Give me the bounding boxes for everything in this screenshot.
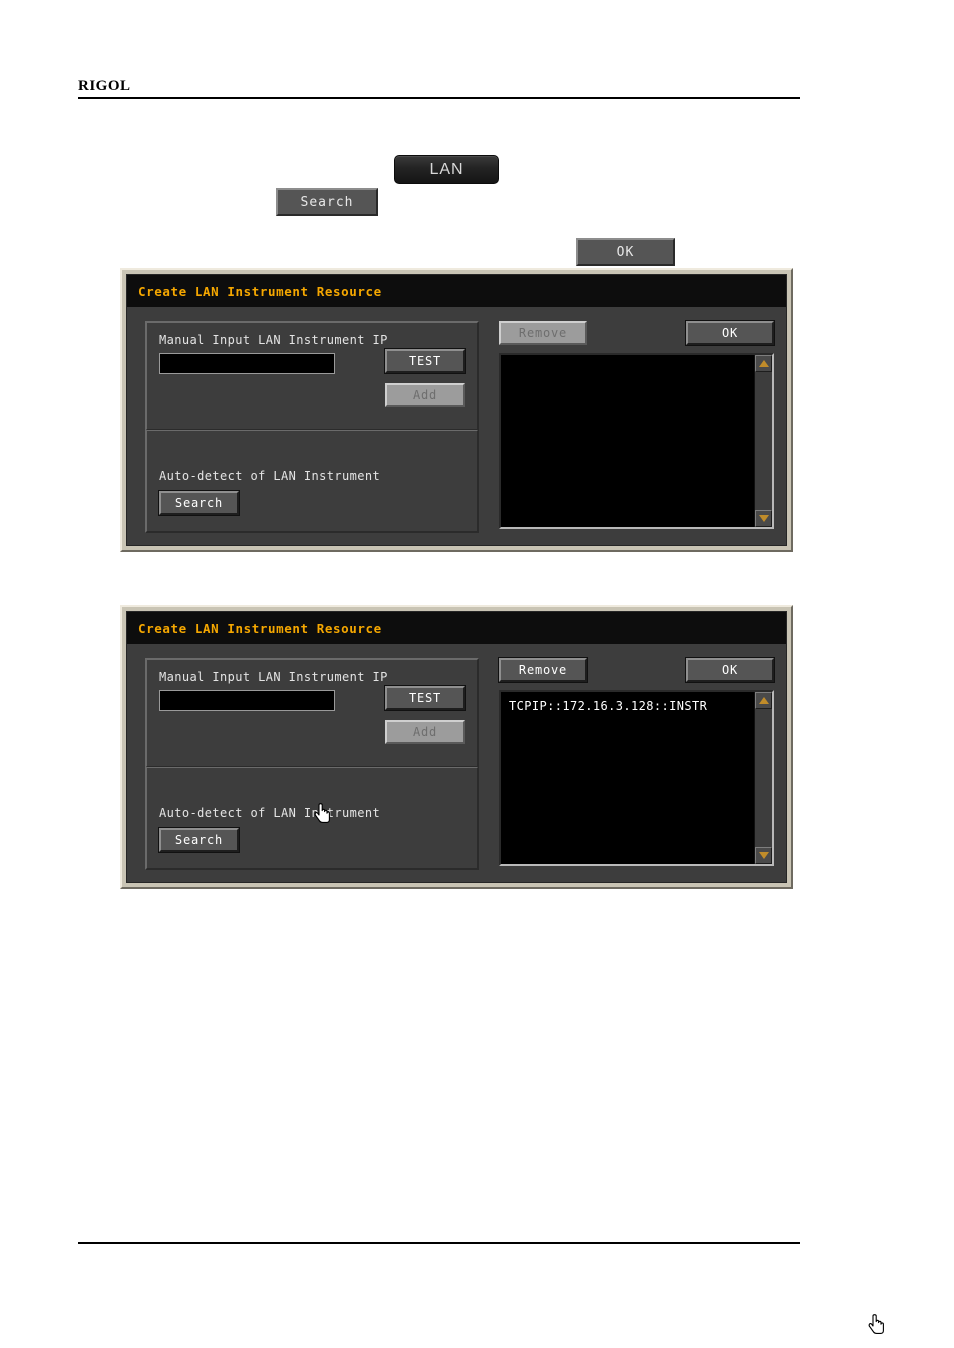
page-header: RIGOL [78,78,800,99]
resource-list-frame: TCPIP::172.16.3.128::INSTR [499,690,774,866]
manual-ip-input[interactable] [159,353,335,374]
add-button[interactable]: Add [385,720,465,744]
dialog-title: Create LAN Instrument Resource [138,620,382,636]
auto-detect-group: Auto-detect of LAN Instrument Search [146,767,478,869]
resource-list[interactable] [501,355,754,527]
search-softkey-glyph[interactable]: Search [276,188,378,216]
scroll-up-arrow-icon[interactable] [755,692,772,709]
left-column: Manual Input LAN Instrument IP TEST Add … [145,321,479,533]
dialog-body: Manual Input LAN Instrument IP TEST Add … [127,307,786,823]
ok-softkey-glyph[interactable]: OK [576,238,675,266]
test-button[interactable]: TEST [384,685,466,711]
resource-list-scrollbar[interactable] [754,692,772,864]
manual-input-group: Manual Input LAN Instrument IP TEST Add [146,659,478,767]
remove-button[interactable]: Remove [499,321,587,345]
footer-divider [78,1242,800,1244]
right-column: Remove OK [499,320,775,533]
mouse-cursor-hand-icon [868,1314,884,1334]
header-divider [78,96,800,99]
search-button[interactable]: Search [158,827,240,853]
test-button[interactable]: TEST [384,348,466,374]
resource-actions: Remove OK [498,657,775,683]
resource-list-item[interactable]: TCPIP::172.16.3.128::INSTR [509,698,746,714]
dialog-title: Create LAN Instrument Resource [138,283,382,299]
auto-detect-label: Auto-detect of LAN Instrument [159,469,381,483]
resource-list[interactable]: TCPIP::172.16.3.128::INSTR [501,692,754,864]
search-button[interactable]: Search [158,490,240,516]
create-lan-instrument-resource-dialog-2: Create LAN Instrument Resource Manual In… [120,605,884,1334]
scroll-up-arrow-icon[interactable] [755,355,772,372]
brand-logo: RIGOL [78,78,131,94]
right-column: Remove OK TCPIP::172.16.3.128::INSTR [498,657,775,870]
manual-input-label: Manual Input LAN Instrument IP [159,670,388,684]
left-column: Manual Input LAN Instrument IP TEST Add … [145,658,479,870]
resource-list-frame [499,353,774,529]
manual-ip-input[interactable] [159,690,335,711]
dialog-inner: Create LAN Instrument Resource Manual In… [126,274,787,823]
resource-actions: Remove OK [499,320,775,346]
remove-button[interactable]: Remove [498,657,588,683]
auto-detect-label: Auto-detect of LAN Instrument [159,806,381,820]
create-lan-instrument-resource-dialog-1: Create LAN Instrument Resource Manual In… [120,268,793,823]
auto-detect-group: Auto-detect of LAN Instrument Search [146,430,478,532]
manual-input-group: Manual Input LAN Instrument IP TEST Add [146,322,478,430]
dialog-inner: Create LAN Instrument Resource Manual In… [126,611,884,1334]
ok-button[interactable]: OK [685,657,775,683]
ok-button[interactable]: OK [685,320,775,346]
dialog-body: Manual Input LAN Instrument IP TEST Add … [127,644,884,1334]
scroll-down-arrow-icon[interactable] [755,847,772,864]
add-button[interactable]: Add [385,383,465,407]
manual-input-label: Manual Input LAN Instrument IP [159,333,388,347]
lan-key-glyph[interactable]: LAN [394,155,499,184]
dialog-title-bar: Create LAN Instrument Resource [127,275,786,307]
dialog-title-bar: Create LAN Instrument Resource [127,612,786,644]
scroll-down-arrow-icon[interactable] [755,510,772,527]
resource-list-scrollbar[interactable] [754,355,772,527]
